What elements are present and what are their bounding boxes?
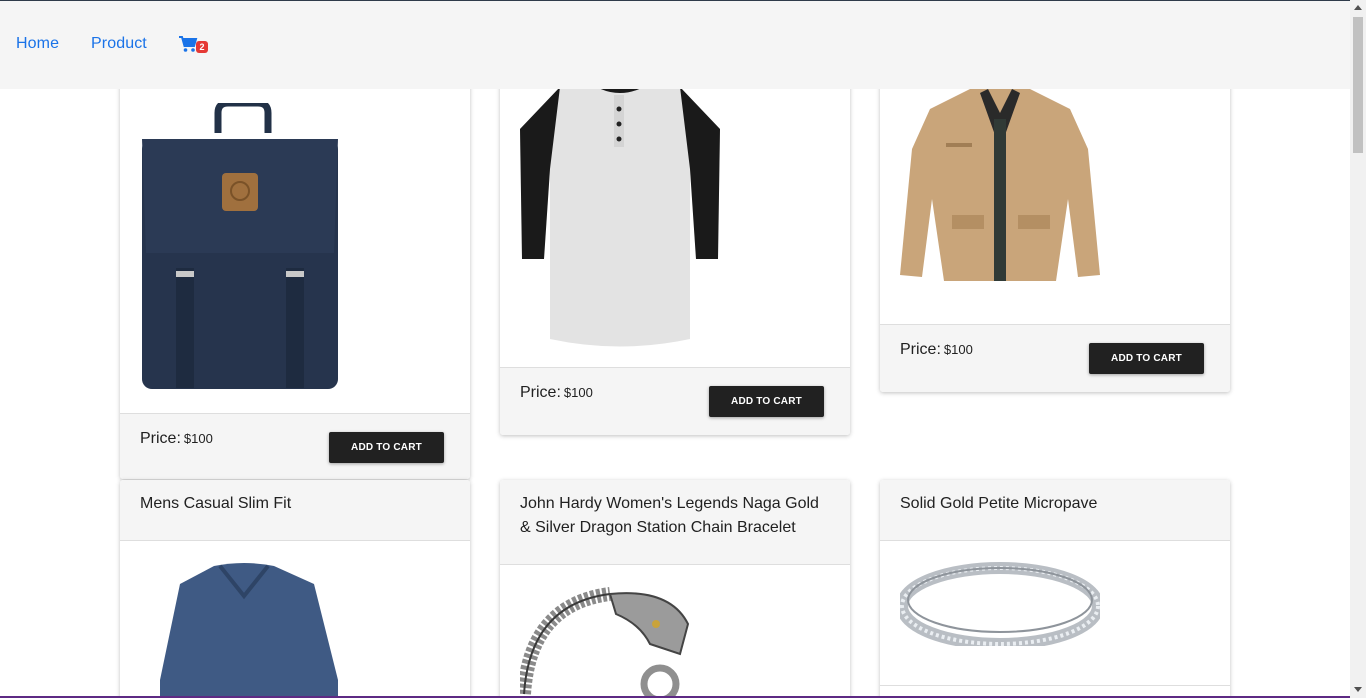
cart-button[interactable]: 2 xyxy=(178,35,210,57)
cart-icon xyxy=(179,36,198,52)
product-image-jacket xyxy=(900,89,1100,288)
price-value: $100 xyxy=(183,431,213,446)
product-image-ring xyxy=(896,560,1104,651)
nav-product-link[interactable]: Product xyxy=(91,35,147,53)
product-title: Solid Gold Petite Micropave xyxy=(880,480,1230,541)
product-card: Price: $100 ADD TO CART xyxy=(880,89,1230,392)
product-grid: Price: $100 ADD TO CART Price: $100 ADD TO… xyxy=(0,89,1350,698)
scrollbar-thumb[interactable] xyxy=(1353,17,1363,153)
price-text: Price: $100 xyxy=(520,384,593,402)
product-image-dragon-bracelet xyxy=(517,584,700,698)
product-card: Mens Casual Slim Fit xyxy=(120,480,470,698)
product-card: Solid Gold Petite Micropave xyxy=(880,480,1230,698)
scroll-down-arrow-icon[interactable] xyxy=(1354,687,1362,692)
price-label: Price: xyxy=(140,430,181,447)
product-title: Mens Casual Slim Fit xyxy=(120,480,470,541)
cart-count-badge: 2 xyxy=(196,41,208,53)
product-card-footer: Price: $100 ADD TO CART xyxy=(120,413,470,479)
add-to-cart-button[interactable]: ADD TO CART xyxy=(709,386,824,417)
scroll-up-arrow-icon[interactable] xyxy=(1354,5,1362,10)
product-image-backpack xyxy=(140,99,340,398)
price-value: $100 xyxy=(563,385,593,400)
add-to-cart-button[interactable]: ADD TO CART xyxy=(1089,343,1204,374)
price-label: Price: xyxy=(520,384,561,401)
price-value: $100 xyxy=(943,342,973,357)
price-label: Price: xyxy=(900,341,941,358)
card-divider xyxy=(880,685,1230,686)
vertical-scrollbar[interactable] xyxy=(1350,0,1366,698)
add-to-cart-button[interactable]: ADD TO CART xyxy=(329,432,444,463)
nav-home-link[interactable]: Home xyxy=(16,35,59,53)
product-card: Price: $100 ADD TO CART xyxy=(500,89,850,435)
navbar: Home Product 2 xyxy=(0,1,1350,89)
product-card-footer: Price: $100 ADD TO CART xyxy=(880,324,1230,392)
product-card-footer: Price: $100 ADD TO CART xyxy=(500,367,850,435)
price-text: Price: $100 xyxy=(900,341,973,359)
product-title: John Hardy Women's Legends Naga Gold & S… xyxy=(500,480,850,565)
product-image-v-neck-shirt xyxy=(154,560,344,698)
product-card: John Hardy Women's Legends Naga Gold & S… xyxy=(500,480,850,698)
product-image-raglan-shirt xyxy=(520,89,720,352)
price-text: Price: $100 xyxy=(140,430,213,448)
product-card: Price: $100 ADD TO CART xyxy=(120,89,470,479)
